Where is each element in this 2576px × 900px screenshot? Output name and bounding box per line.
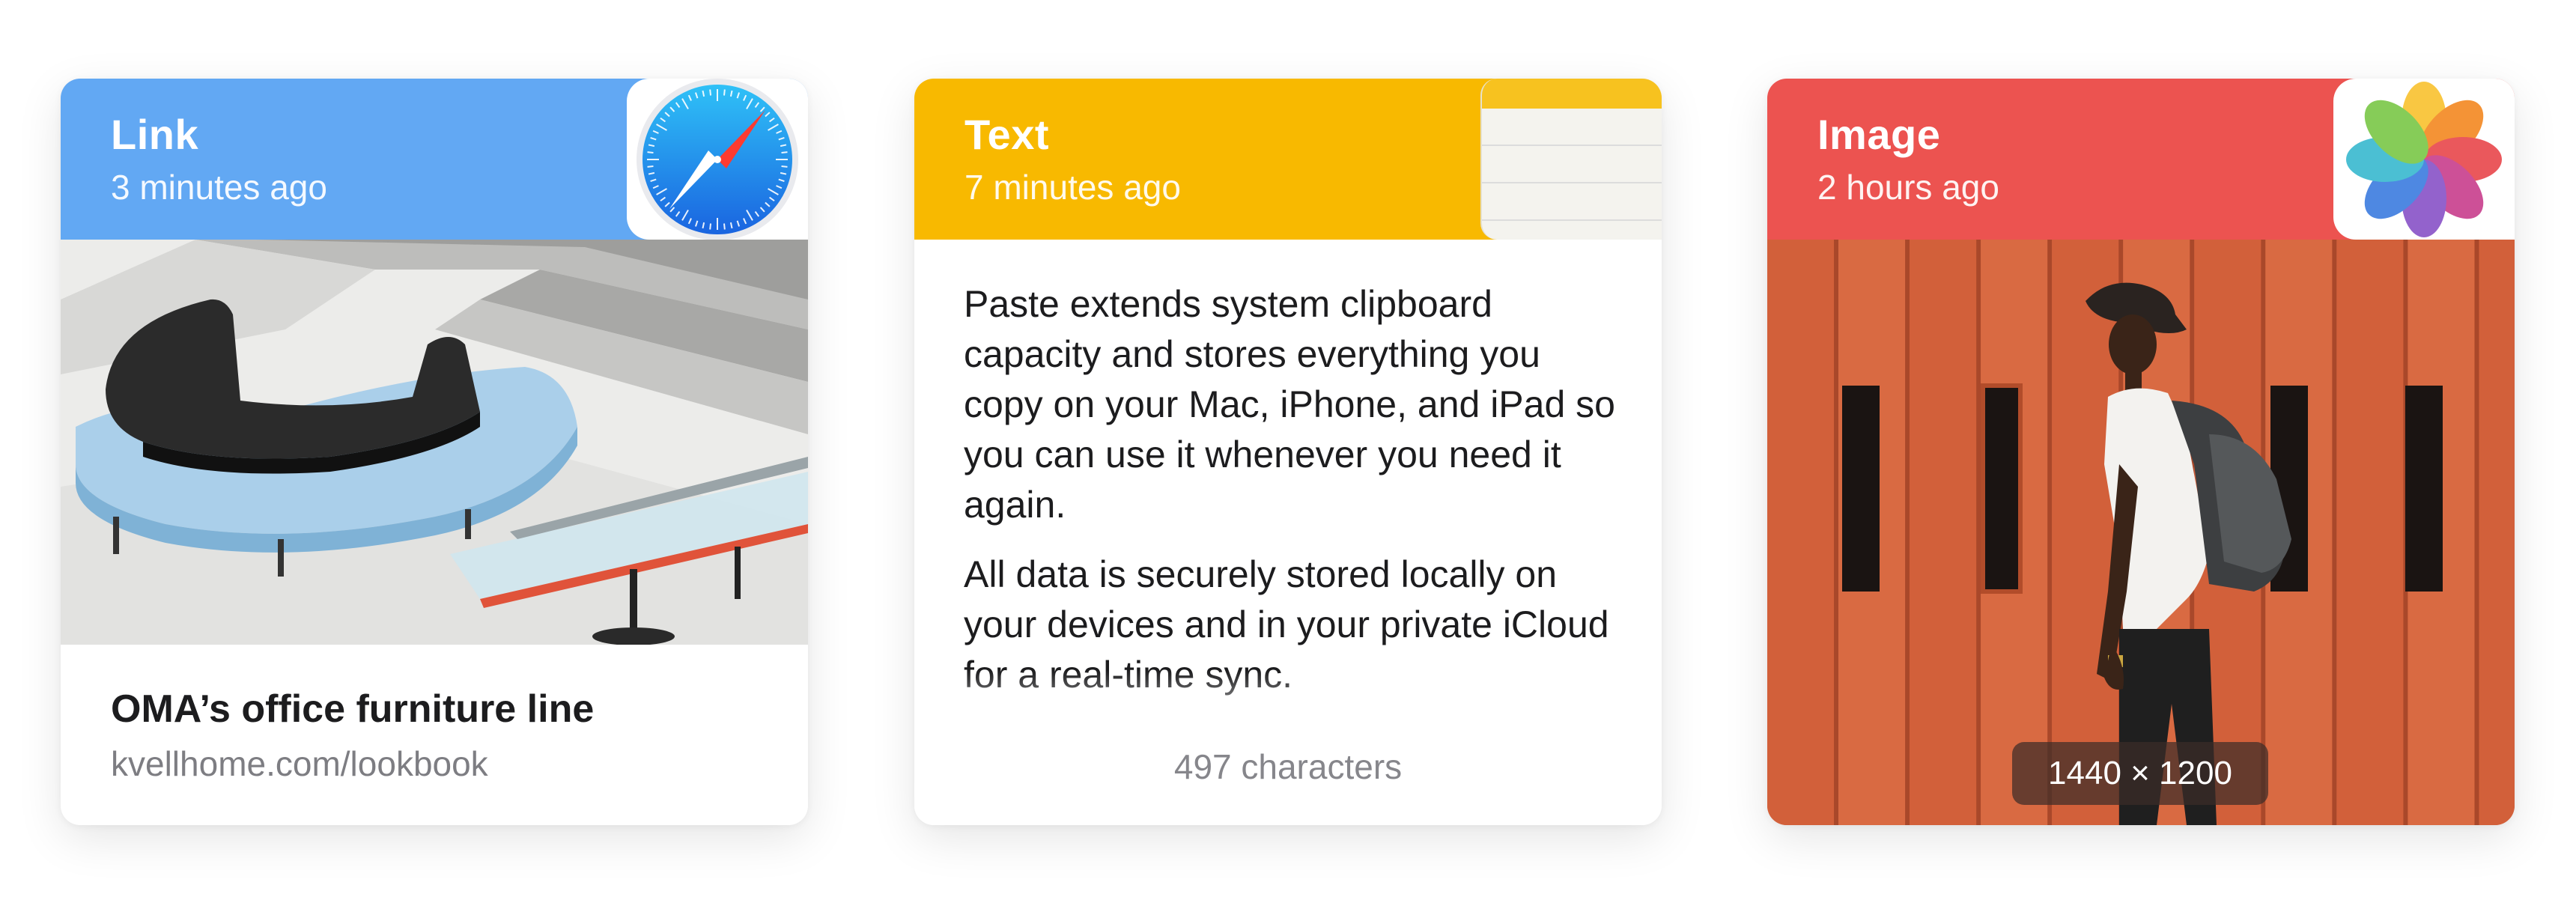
door-plank-seam [1976,240,1981,825]
door-plank-seam [2474,240,2479,825]
character-count: 497 characters [1173,747,1403,786]
link-card-header: Link 3 minutes ago [61,79,808,240]
link-url[interactable]: kvellhome.com/lookbook [111,744,488,784]
link-preview-image [61,240,808,645]
door-plank-seam [2332,240,2337,825]
source-app-badge [627,79,808,240]
compass-tick [723,88,726,96]
clip-timestamp: 3 minutes ago [111,168,327,207]
compass-tick [647,150,654,153]
text-clip-card[interactable]: Text 7 minutes ago Paste extends system … [914,79,1662,825]
text-card-header: Text 7 minutes ago [914,79,1662,240]
source-app-badge [2333,79,2515,240]
door-plank [2336,240,2404,825]
door-plank [1767,240,1835,825]
clip-text-paragraph: Paste extends system clipboard capacity … [964,283,1615,526]
image-dimensions-badge: 1440 × 1200 [2012,742,2268,805]
clip-type-label: Text [965,111,1049,158]
clip-timestamp: 7 minutes ago [965,168,1181,207]
notes-icon-line [1482,182,1662,183]
compass-tick [781,165,788,168]
clip-type-label: Link [111,111,199,158]
compass-tick [723,222,726,230]
clip-type-label: Image [1817,111,1941,158]
compass-tick [709,88,712,96]
compass-tick [709,222,712,230]
door-plank-seam [2047,240,2053,825]
notes-icon [1480,79,1662,240]
clip-image-preview [1767,240,2515,825]
safari-icon [637,79,798,240]
compass-tick [647,165,654,168]
clip-timestamp: 2 hours ago [1817,168,1999,207]
door-plank-seam [1834,240,1839,825]
photos-icon [2346,81,2502,237]
compass-tick [781,150,788,153]
door-plank [1910,240,1977,825]
notes-icon-line [1482,219,1662,221]
link-title: OMA’s office furniture line [111,687,595,731]
notes-icon-top [1482,79,1662,109]
image-clip-card[interactable]: Image 2 hours ago 1440 × 1200 [1767,79,2515,825]
image-card-header: Image 2 hours ago [1767,79,2515,240]
link-clip-card[interactable]: Link 3 minutes ago OMA’s office furnitur… [61,79,808,825]
notes-icon-line [1482,145,1662,146]
door-plank [2052,240,2119,825]
door-plank-seam [1905,240,1910,825]
door-plank [2479,240,2515,825]
